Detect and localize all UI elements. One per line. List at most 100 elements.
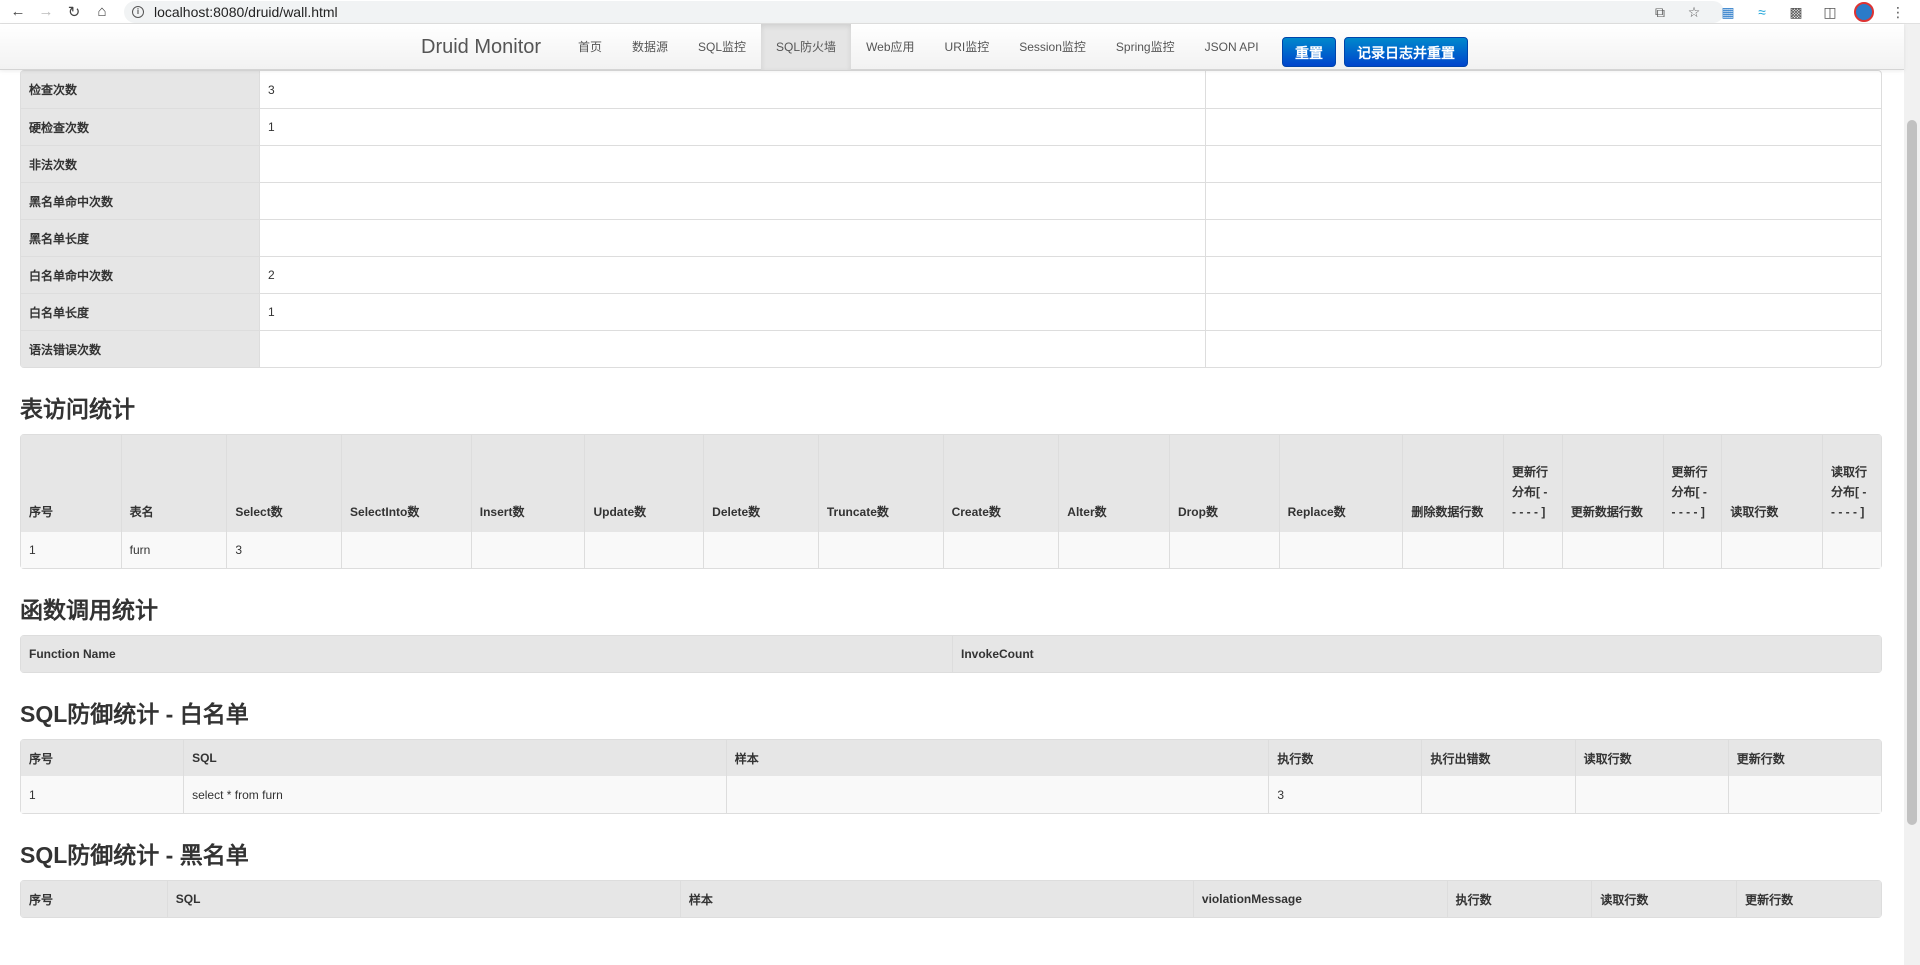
- stat-row: 黑名单长度: [21, 219, 1881, 256]
- whitelist-header[interactable]: 执行数: [1268, 740, 1422, 776]
- extension-badge-icon[interactable]: ▦: [1718, 2, 1738, 22]
- stat-label: 语法错误次数: [21, 330, 259, 367]
- whitelist-header[interactable]: 序号: [21, 740, 184, 776]
- table_access-header[interactable]: Delete数: [703, 435, 818, 532]
- table-cell: furn: [120, 532, 227, 568]
- table-cell: [703, 532, 818, 568]
- table_access-header[interactable]: Drop数: [1168, 435, 1279, 532]
- whitelist-header[interactable]: SQL: [183, 740, 726, 776]
- table-cell: [341, 532, 471, 568]
- side-panel-icon[interactable]: ◫: [1820, 2, 1840, 22]
- table_access-header[interactable]: Replace数: [1278, 435, 1403, 532]
- stat-value: [259, 145, 1205, 182]
- table-cell: [1168, 532, 1279, 568]
- reload-icon[interactable]: ↻: [64, 2, 84, 22]
- table-cell: [1503, 532, 1562, 568]
- top-navbar: Druid Monitor 首页 数据源 SQL监控 SQL防火墙 Web应用 URI监控…: [0, 24, 1904, 70]
- nav-item-1[interactable]: 数据源: [617, 24, 683, 70]
- brand-title[interactable]: Druid Monitor: [421, 36, 541, 59]
- table-cell: [1727, 776, 1881, 813]
- nav-item-2[interactable]: SQL监控: [683, 24, 761, 70]
- whitelist-table: 序号 SQL 样本 执行数 执行出错数 读取行数 更新行数 1 select * from f…: [20, 739, 1882, 814]
- wifi-icon[interactable]: ≈: [1752, 2, 1772, 22]
- stat-row: 检查次数 3: [21, 71, 1881, 108]
- table_access-header[interactable]: 读取行数: [1721, 435, 1822, 532]
- star-icon[interactable]: ☆: [1684, 2, 1704, 22]
- stat-label: 黑名单长度: [21, 219, 259, 256]
- table-cell: 1: [21, 776, 184, 813]
- address-bar[interactable]: i localhost:8080/druid/wall.html: [124, 0, 1724, 23]
- whitelist-header[interactable]: 更新行数: [1727, 740, 1881, 776]
- table-cell: select * from furn: [183, 776, 726, 813]
- blacklist-header[interactable]: 更新行数: [1736, 881, 1881, 917]
- table_access-header[interactable]: 表名: [120, 435, 227, 532]
- table-row: 1 furn 3: [21, 532, 1881, 568]
- table-access-table: 序号 表名 Select数 SelectInto数 Insert数 Update数 Dele…: [20, 434, 1882, 569]
- scrollbar-thumb[interactable]: [1907, 120, 1917, 825]
- nav-item-5[interactable]: URI监控: [930, 24, 1005, 70]
- table_access-header[interactable]: 读取行分布[ - - - - - ]: [1822, 435, 1881, 532]
- nav-item-6[interactable]: Session监控: [1004, 24, 1101, 70]
- table_access-header[interactable]: 序号: [21, 435, 121, 532]
- table-cell: [725, 776, 1269, 813]
- blacklist-header[interactable]: 执行数: [1446, 881, 1592, 917]
- table-cell: [1822, 532, 1881, 568]
- back-arrow-icon[interactable]: ←: [8, 2, 28, 22]
- browser-toolbar: ← → ↻ ⌂ i localhost:8080/druid/wall.html…: [0, 0, 1920, 24]
- nav-item-0[interactable]: 首页: [563, 24, 617, 70]
- table_access-header[interactable]: Alter数: [1058, 435, 1169, 532]
- stat-label: 黑名单命中次数: [21, 182, 259, 219]
- table_access-header[interactable]: SelectInto数: [341, 435, 471, 532]
- table_access-header[interactable]: 删除数据行数: [1402, 435, 1503, 532]
- function-stats-table: Function Name InvokeCount: [20, 635, 1882, 673]
- table-cell: 1: [21, 532, 121, 568]
- whitelist-header[interactable]: 执行出错数: [1421, 740, 1575, 776]
- table_access-header[interactable]: Update数: [584, 435, 704, 532]
- function_stats-header[interactable]: InvokeCount: [952, 636, 1881, 672]
- stat-label: 非法次数: [21, 145, 259, 182]
- table-access-title: 表访问统计: [20, 396, 135, 422]
- table_access-header[interactable]: Truncate数: [817, 435, 943, 532]
- whitelist-title: SQL防御统计 - 白名单: [20, 701, 249, 727]
- forward-arrow-icon[interactable]: →: [36, 2, 56, 22]
- table_access-header[interactable]: Insert数: [470, 435, 585, 532]
- table_access-header[interactable]: 更新数据行数: [1561, 435, 1663, 532]
- blacklist-header[interactable]: 样本: [679, 881, 1193, 917]
- whitelist-header[interactable]: 样本: [725, 740, 1269, 776]
- blacklist-header[interactable]: 序号: [21, 881, 167, 917]
- table_access-header[interactable]: Select数: [226, 435, 342, 532]
- table_access-header[interactable]: Create数: [942, 435, 1059, 532]
- stat-extra: [1205, 219, 1881, 256]
- puzzle-icon[interactable]: ▩: [1786, 2, 1806, 22]
- stat-row: 非法次数: [21, 145, 1881, 182]
- share-icon[interactable]: ⧉: [1650, 2, 1670, 22]
- avatar[interactable]: [1854, 2, 1874, 22]
- table_access-header[interactable]: 更新行分布[ - - - - - ]: [1662, 435, 1722, 532]
- table_access-header[interactable]: 更新行分布[ - - - - - ]: [1503, 435, 1562, 532]
- nav-item-7[interactable]: Spring监控: [1101, 24, 1190, 70]
- info-icon[interactable]: i: [132, 5, 144, 18]
- log-and-reset-button[interactable]: 记录日志并重置: [1344, 37, 1468, 67]
- blacklist-header[interactable]: 读取行数: [1591, 881, 1737, 917]
- stat-row: 白名单长度 1: [21, 293, 1881, 330]
- home-icon[interactable]: ⌂: [92, 2, 112, 22]
- stat-label: 检查次数: [21, 71, 259, 108]
- blacklist-header[interactable]: SQL: [166, 881, 680, 917]
- stat-label: 白名单长度: [21, 293, 259, 330]
- table-cell: [1574, 776, 1728, 813]
- function_stats-header[interactable]: Function Name: [21, 636, 952, 672]
- table-cell: [1421, 776, 1575, 813]
- stat-value: [259, 219, 1205, 256]
- whitelist-header[interactable]: 读取行数: [1574, 740, 1728, 776]
- nav-item-3[interactable]: SQL防火墙: [761, 24, 852, 70]
- nav-item-8[interactable]: JSON API: [1190, 24, 1274, 70]
- menu-dots-icon[interactable]: ⋮: [1888, 2, 1908, 22]
- stat-value: 2: [259, 256, 1205, 293]
- blacklist-table: 序号 SQL 样本 violationMessage 执行数 读取行数 更新行数: [20, 880, 1882, 918]
- stat-value: [259, 182, 1205, 219]
- blacklist-header[interactable]: violationMessage: [1192, 881, 1447, 917]
- table-cell: [942, 532, 1059, 568]
- table-row: 1 select * from furn 3: [21, 776, 1881, 813]
- nav-item-4[interactable]: Web应用: [851, 24, 929, 70]
- reset-button[interactable]: 重置: [1282, 37, 1336, 67]
